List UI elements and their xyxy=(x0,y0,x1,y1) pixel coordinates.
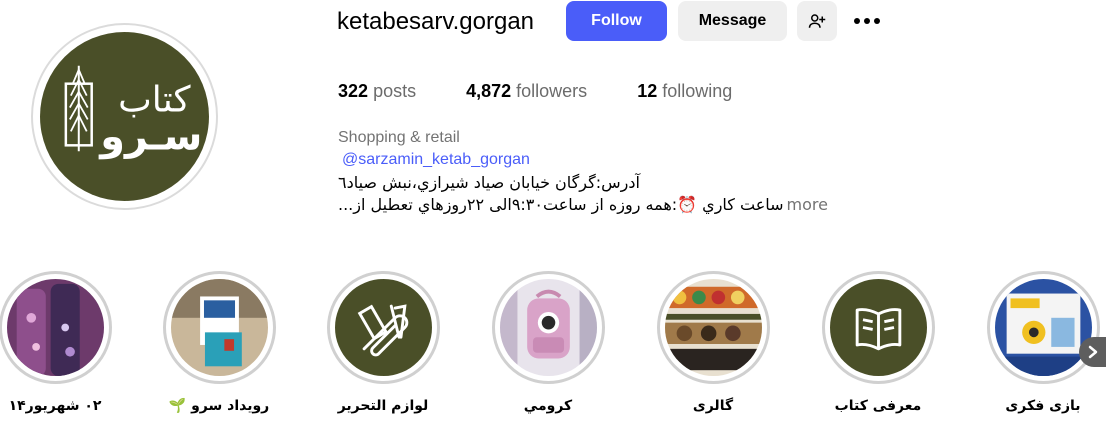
bio-hours: ...ساعت کاري ⏰:همه روزه از ساعت٩:٣٠الی ٢… xyxy=(338,195,828,215)
highlight-cover xyxy=(829,279,927,376)
highlight-ring xyxy=(821,271,935,384)
highlight-label: کرومي xyxy=(523,398,573,414)
highlight-label: معرفی کتاب xyxy=(834,398,922,414)
following-count: 12 xyxy=(637,81,658,101)
suggested-users-button[interactable] xyxy=(797,1,837,41)
chevron-right-icon xyxy=(1088,345,1097,359)
more-link[interactable]: more xyxy=(787,195,828,214)
followers-link[interactable]: 4,872 followers xyxy=(466,79,587,103)
posts-stat: 322 posts xyxy=(338,79,416,103)
bio-address: آدرس:گرگان خیابان صیاد شیرازي،نبش صیاد٦ xyxy=(338,173,640,192)
highlight-cover xyxy=(664,279,762,376)
highlights-next-button[interactable] xyxy=(1079,337,1106,367)
follow-button[interactable]: Follow xyxy=(566,1,667,41)
highlight-ring xyxy=(326,271,440,384)
profile-category: Shopping & retail xyxy=(338,129,460,146)
profile-avatar[interactable]: کتاب سـرو xyxy=(31,23,218,210)
highlight-item[interactable]: 🌱 رویداد سرو xyxy=(159,271,279,415)
highlight-label: ١۴٠٢ شهریور xyxy=(8,398,102,414)
highlight-item[interactable]: کرومي xyxy=(488,271,608,415)
highlight-cover xyxy=(334,279,432,376)
highlight-label: 🌱 رویداد سرو xyxy=(168,398,270,414)
open-book-icon xyxy=(829,279,927,376)
highlight-label: بازی فکری xyxy=(1005,398,1081,414)
profile-stats: 322 posts 4,872 followers 12 following xyxy=(338,79,782,103)
highlight-cover xyxy=(994,279,1092,376)
posts-count: 322 xyxy=(338,81,369,101)
highlight-item[interactable]: ١۴٠٢ شهریور xyxy=(0,271,115,415)
following-label: following xyxy=(662,81,733,101)
mention-link[interactable]: @sarzamin_ketab_gorgan xyxy=(342,150,530,170)
highlight-ring xyxy=(162,271,276,384)
highlight-cover xyxy=(6,279,104,376)
bio-hours-text: ...ساعت کاري ⏰:همه روزه از ساعت٩:٣٠الی ٢… xyxy=(338,195,784,214)
highlight-label: گالری xyxy=(692,398,734,414)
highlight-cover xyxy=(499,279,597,376)
water-bottles-image xyxy=(6,279,104,376)
svg-text:سـرو: سـرو xyxy=(98,113,202,159)
kuromi-backpack-image xyxy=(499,279,597,376)
highlight-ring xyxy=(986,271,1100,384)
followers-label: followers xyxy=(516,81,588,101)
message-button[interactable]: Message xyxy=(678,1,787,41)
gallery-shelf-image xyxy=(664,279,762,376)
person-add-icon xyxy=(808,14,826,28)
sarv-logo-icon: کتاب سـرو xyxy=(64,65,202,159)
highlight-ring xyxy=(0,271,112,384)
highlight-item[interactable]: گالری xyxy=(653,271,773,415)
highlight-ring xyxy=(491,271,605,384)
highlight-item[interactable]: لوازم التحریر xyxy=(323,271,443,415)
profile-username: ketabesarv.gorgan xyxy=(337,8,535,35)
highlight-label: لوازم التحریر xyxy=(337,398,429,414)
following-link[interactable]: 12 following xyxy=(637,79,732,103)
followers-count: 4,872 xyxy=(466,81,512,101)
stationery-icon xyxy=(334,279,432,376)
board-game-image xyxy=(994,279,1092,376)
highlight-ring xyxy=(656,271,770,384)
avatar-logo: کتاب سـرو xyxy=(40,32,209,201)
highlight-item[interactable]: معرفی کتاب xyxy=(818,271,938,415)
highlight-cover xyxy=(170,279,268,376)
posts-label: posts xyxy=(373,81,417,101)
more-options-icon xyxy=(854,18,880,24)
more-options-button[interactable] xyxy=(847,1,887,41)
event-books-image xyxy=(170,279,268,376)
